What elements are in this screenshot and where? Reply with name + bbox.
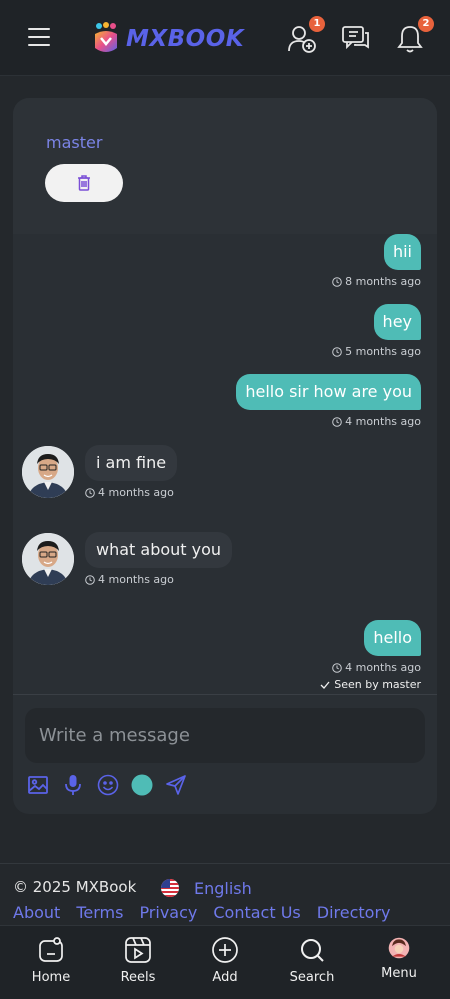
- add-icon: [212, 937, 238, 963]
- nav-reels-label: Reels: [120, 970, 156, 985]
- nav-search[interactable]: Search: [272, 926, 352, 999]
- message-bubble-outgoing[interactable]: hello: [364, 620, 421, 656]
- friend-requests-button[interactable]: 1: [287, 16, 325, 54]
- logo-icon: [95, 22, 117, 52]
- delete-chat-button[interactable]: [45, 164, 123, 202]
- message-input[interactable]: [25, 708, 425, 763]
- color-dot-icon: [131, 774, 153, 796]
- message-time-text: 4 months ago: [345, 661, 421, 674]
- voice-record-button[interactable]: [63, 774, 87, 798]
- nav-home[interactable]: Home: [11, 926, 91, 999]
- message-time-text: 5 months ago: [345, 345, 421, 358]
- seen-status: Seen by master: [320, 678, 421, 691]
- nav-add-label: Add: [212, 970, 238, 985]
- copyright: © 2025 MXBook: [13, 878, 137, 896]
- clock-icon: [85, 574, 95, 585]
- color-picker-button[interactable]: [131, 774, 155, 798]
- logo[interactable]: MXBOOK: [92, 22, 244, 56]
- hamburger-menu-icon[interactable]: [28, 28, 50, 46]
- trash-icon: [78, 175, 90, 191]
- message-time: 4 months ago: [85, 573, 174, 586]
- footer-link-terms[interactable]: Terms: [76, 903, 123, 922]
- nav-add[interactable]: Add: [185, 926, 265, 999]
- messages-button[interactable]: [341, 24, 371, 54]
- message-time: 5 months ago: [332, 345, 421, 358]
- message-time-text: 8 months ago: [345, 275, 421, 288]
- image-icon: [28, 776, 48, 794]
- message-bubble-incoming[interactable]: what about you: [85, 532, 233, 568]
- message-bubble-outgoing[interactable]: hii: [383, 234, 421, 270]
- home-icon: [39, 937, 63, 962]
- avatar[interactable]: [20, 444, 76, 500]
- send-icon: [166, 775, 186, 795]
- reels-icon: [125, 937, 151, 963]
- chat-card: master hii 8 months ago hey 5 months ago…: [13, 98, 437, 814]
- language-label: English: [194, 878, 252, 898]
- message-time-text: 4 months ago: [98, 573, 174, 586]
- bottom-nav: Home Reels Add Search Menu: [0, 925, 450, 999]
- emoji-icon: [97, 774, 119, 796]
- footer-link-about[interactable]: About: [13, 903, 60, 922]
- check-icon: [320, 681, 330, 689]
- search-icon: [301, 939, 324, 962]
- footer: © 2025 MXBook English About Terms Privac…: [0, 863, 450, 923]
- divider: [13, 694, 437, 695]
- top-bar: MXBOOK 1 2: [0, 0, 450, 76]
- image-upload-button[interactable]: [27, 774, 51, 798]
- nav-home-label: Home: [31, 970, 71, 985]
- message-bubble-incoming[interactable]: i am fine: [85, 445, 178, 481]
- logo-text: MXBOOK: [126, 26, 245, 52]
- message-list[interactable]: hii 8 months ago hey 5 months ago hello …: [13, 234, 437, 692]
- message-time: 4 months ago: [332, 415, 421, 428]
- user-avatar-image: [22, 446, 74, 498]
- message-time: 8 months ago: [332, 275, 421, 288]
- message-time: 4 months ago: [85, 486, 174, 499]
- friend-requests-badge: 1: [309, 16, 325, 32]
- microphone-icon: [65, 775, 81, 795]
- clock-icon: [332, 662, 342, 673]
- us-flag-icon: [161, 879, 179, 897]
- clock-icon: [332, 416, 342, 427]
- message-bubble-outgoing[interactable]: hello sir how are you: [236, 374, 421, 410]
- message-time-text: 4 months ago: [345, 415, 421, 428]
- notifications-badge: 2: [418, 16, 434, 32]
- chat-header: master: [13, 98, 437, 234]
- user-avatar-image: [22, 533, 74, 585]
- contact-name[interactable]: master: [46, 133, 102, 152]
- send-button[interactable]: [165, 774, 189, 798]
- chat-icon: [342, 26, 369, 50]
- language-selector[interactable]: English: [160, 878, 252, 898]
- nav-menu-label: Menu: [381, 966, 417, 981]
- footer-link-contact[interactable]: Contact Us: [213, 903, 300, 922]
- emoji-button[interactable]: [97, 774, 121, 798]
- footer-links: About Terms Privacy Contact Us Directory: [13, 903, 391, 922]
- message-time-text: 4 months ago: [98, 486, 174, 499]
- avatar[interactable]: [20, 531, 76, 587]
- seen-text: Seen by master: [334, 678, 421, 691]
- nav-reels[interactable]: Reels: [98, 926, 178, 999]
- message-bubble-outgoing[interactable]: hey: [373, 304, 421, 340]
- nav-search-label: Search: [289, 970, 335, 985]
- message-input-box: [25, 708, 425, 763]
- message-time: 4 months ago: [332, 661, 421, 674]
- footer-link-privacy[interactable]: Privacy: [139, 903, 197, 922]
- avatar-menu-icon: [388, 937, 410, 959]
- clock-icon: [332, 276, 342, 287]
- notifications-button[interactable]: 2: [396, 16, 434, 54]
- clock-icon: [85, 487, 95, 498]
- footer-link-directory[interactable]: Directory: [317, 903, 391, 922]
- nav-menu[interactable]: Menu: [359, 926, 439, 999]
- clock-icon: [332, 346, 342, 357]
